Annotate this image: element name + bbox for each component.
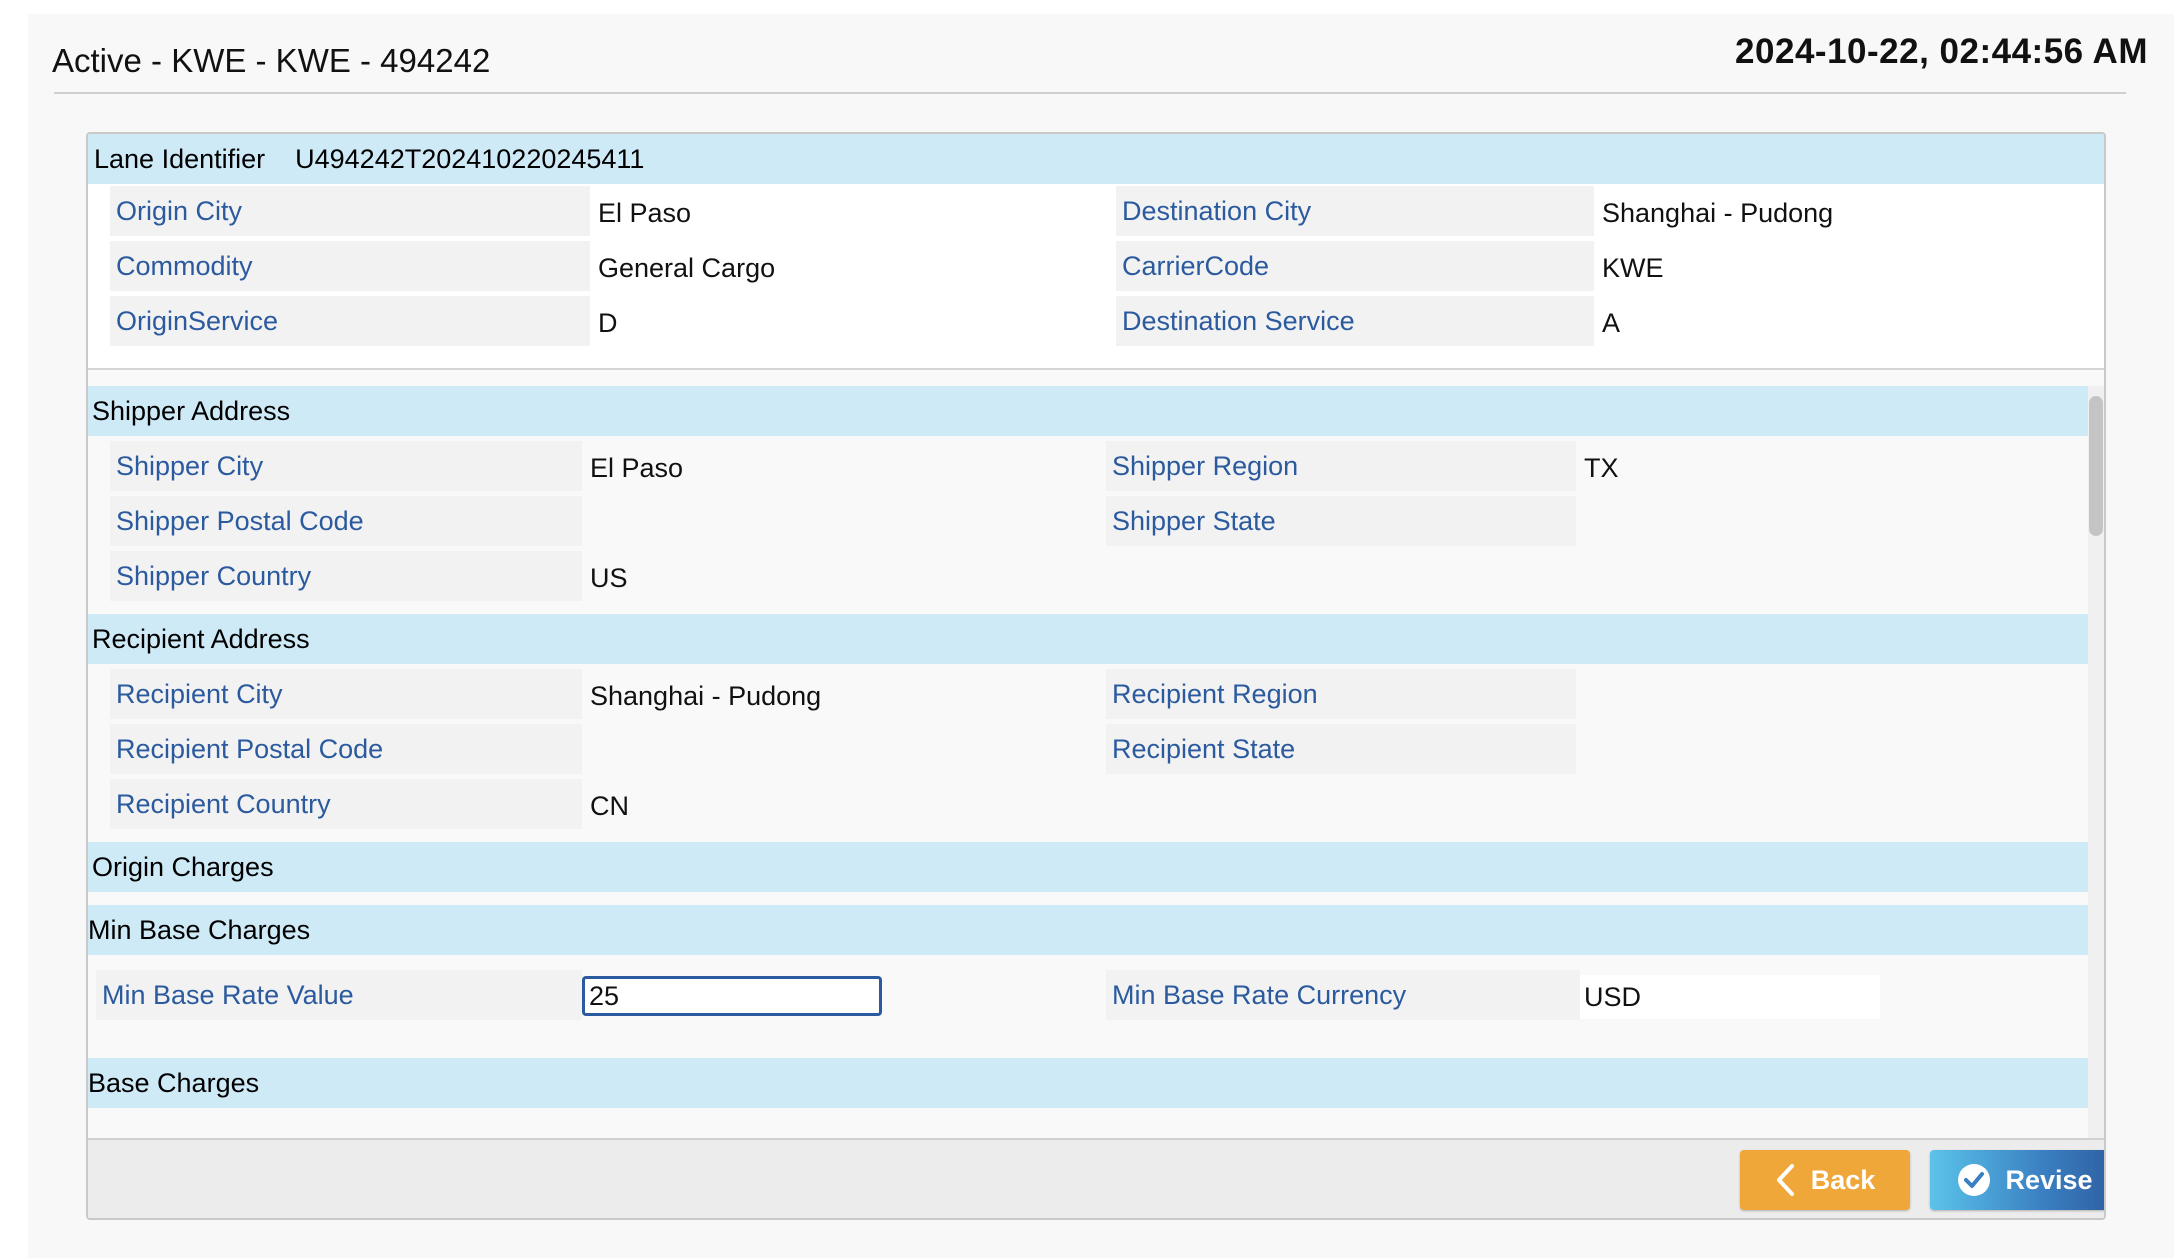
destination-city-value: Shanghai - Pudong	[1602, 197, 1834, 228]
recipient-region-label: Recipient Region	[1106, 669, 1576, 719]
page-title: Active - KWE - KWE - 494242	[52, 42, 491, 79]
lane-detail-panel: Lane Identifier U494242T20241022024541​1…	[86, 132, 2106, 1220]
shipper-region-value: TX	[1584, 452, 1619, 483]
shipper-state-label: Shipper State	[1106, 496, 1576, 546]
scrollbar-thumb[interactable]	[2089, 396, 2103, 536]
min-base-rate-value-input[interactable]	[582, 976, 882, 1016]
page-timestamp: 2024-10-22, 02:44:56 AM	[1735, 32, 2148, 71]
min-base-charges-heading: Min Base Charges	[88, 905, 2088, 955]
origin-charges-heading: Origin Charges	[88, 842, 2088, 892]
commodity-value: General Cargo	[598, 252, 776, 283]
shipper-city-value: El Paso	[590, 452, 684, 483]
action-footer: Back Revise	[88, 1138, 2104, 1218]
shipper-postal-code-value	[582, 498, 982, 548]
carrier-code-label: CarrierCode	[1116, 241, 1594, 291]
check-circle-icon	[1957, 1163, 1991, 1197]
shipper-postal-code-label: Shipper Postal Code	[110, 496, 582, 546]
origin-service-value: D	[598, 307, 618, 338]
min-base-rate-currency-value: USD	[1580, 975, 1880, 1019]
recipient-country-label: Recipient Country	[110, 779, 582, 829]
revise-button[interactable]: Revise	[1930, 1150, 2104, 1210]
recipient-postal-code-value	[582, 726, 982, 776]
recipient-postal-code-label: Recipient Postal Code	[110, 724, 582, 774]
vertical-scrollbar[interactable]	[2088, 386, 2104, 1138]
chevron-left-icon	[1775, 1163, 1797, 1197]
min-base-rate-currency-label: Min Base Rate Currency	[1106, 970, 1580, 1020]
title-divider	[54, 92, 2126, 94]
commodity-label: Commodity	[110, 241, 590, 291]
origin-city-label: Origin City	[110, 186, 590, 236]
base-charges-heading: Base Charges	[88, 1058, 2088, 1108]
carrier-code-value: KWE	[1602, 252, 1664, 283]
origin-city-value: El Paso	[598, 197, 692, 228]
page-container: Active - KWE - KWE - 494242 2024-10-22, …	[28, 14, 2174, 1258]
shipper-country-label: Shipper Country	[110, 551, 582, 601]
recipient-state-label: Recipient State	[1106, 724, 1576, 774]
lane-summary: Origin City El Paso Destination City Sha…	[88, 184, 2104, 370]
detail-scroll-area[interactable]: Shipper Address Shipper City El Paso Shi…	[88, 386, 2088, 1122]
shipper-address-heading: Shipper Address	[88, 386, 2088, 436]
min-base-rate-value-label: Min Base Rate Value	[96, 970, 582, 1020]
shipper-city-label: Shipper City	[110, 441, 582, 491]
recipient-region-value	[1576, 671, 1976, 721]
destination-service-value: A	[1602, 307, 1621, 338]
recipient-address-heading: Recipient Address	[88, 614, 2088, 664]
revise-button-label: Revise	[2005, 1164, 2093, 1195]
recipient-state-value	[1576, 726, 1976, 776]
destination-city-label: Destination City	[1116, 186, 1594, 236]
origin-service-label: OriginService	[110, 296, 590, 346]
shipper-country-value: US	[590, 562, 628, 593]
back-button-label: Back	[1810, 1164, 1876, 1195]
shipper-state-value	[1576, 498, 1976, 548]
recipient-city-value: Shanghai - Pudong	[590, 680, 822, 711]
shipper-region-label: Shipper Region	[1106, 441, 1576, 491]
back-button[interactable]: Back	[1740, 1150, 1910, 1210]
lane-identifier-value: U494242T20241022024541​1	[295, 143, 645, 174]
recipient-country-value: CN	[590, 790, 629, 821]
lane-identifier-label: Lane Identifier	[94, 143, 266, 174]
recipient-city-label: Recipient City	[110, 669, 582, 719]
destination-service-label: Destination Service	[1116, 296, 1594, 346]
lane-identifier-header: Lane Identifier U494242T20241022024541​1	[88, 134, 2104, 184]
